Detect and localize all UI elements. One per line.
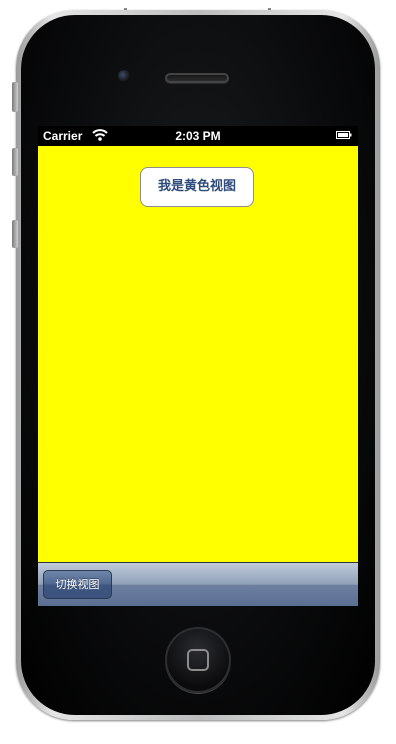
simulator-stage: Carrier 2:03 PM 我是黄色视图 切换视图 xyxy=(0,0,396,744)
battery-icon xyxy=(336,131,352,139)
volume-up-button xyxy=(12,148,18,176)
status-bar: Carrier 2:03 PM xyxy=(38,126,358,146)
home-square-icon xyxy=(187,649,209,671)
bottom-toolbar: 切换视图 xyxy=(38,562,358,606)
switch-view-button[interactable]: 切换视图 xyxy=(43,570,112,599)
device-screen: Carrier 2:03 PM 我是黄色视图 切换视图 xyxy=(38,126,358,606)
yellow-view: 我是黄色视图 xyxy=(38,146,358,562)
status-time: 2:03 PM xyxy=(175,129,221,143)
volume-down-button xyxy=(12,220,18,248)
mute-switch xyxy=(12,82,18,112)
earpiece-speaker xyxy=(165,73,229,83)
home-button[interactable] xyxy=(165,627,231,693)
front-camera xyxy=(118,70,130,82)
yellow-view-button[interactable]: 我是黄色视图 xyxy=(140,167,254,207)
